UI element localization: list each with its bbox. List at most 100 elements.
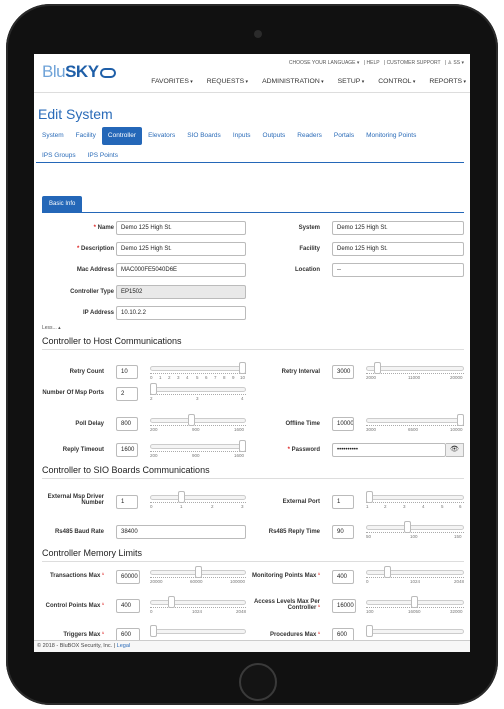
ext-port-slider[interactable]: 1 2 3 4 5 6 bbox=[366, 491, 464, 509]
slider-thumb[interactable] bbox=[404, 521, 411, 533]
poll-delay-slider[interactable]: 200 900 1600 bbox=[150, 414, 246, 432]
legal-link[interactable]: Legal bbox=[117, 643, 130, 649]
access-levels-max-field[interactable]: 16000 bbox=[332, 599, 356, 613]
slider-ticks bbox=[366, 502, 464, 505]
slider-thumb[interactable] bbox=[411, 596, 418, 608]
procedures-max-slider[interactable] bbox=[366, 625, 464, 641]
slider-thumb[interactable] bbox=[374, 362, 381, 374]
slider-thumb[interactable] bbox=[239, 440, 246, 452]
monitoring-points-max-field[interactable]: 400 bbox=[332, 570, 354, 584]
tab-monitoring-points[interactable]: Monitoring Points bbox=[360, 127, 422, 145]
mac-label: Mac Address bbox=[76, 267, 114, 273]
nav-reports[interactable]: REPORTS bbox=[429, 78, 466, 85]
tab-facility[interactable]: Facility bbox=[70, 127, 102, 145]
tab-inputs[interactable]: Inputs bbox=[227, 127, 257, 145]
nav-favorites[interactable]: FAVORITES bbox=[151, 78, 193, 85]
language-link[interactable]: CHOOSE YOUR LANGUAGE ▾ bbox=[289, 60, 360, 66]
slider-thumb[interactable] bbox=[150, 625, 157, 637]
slider-thumb[interactable] bbox=[384, 566, 391, 578]
ext-port-label: External Port bbox=[282, 499, 320, 505]
slider-thumb[interactable] bbox=[195, 566, 202, 578]
reply-timeout-label: Reply Timeout bbox=[62, 447, 104, 453]
nav-setup[interactable]: SETUP bbox=[338, 78, 365, 85]
triggers-max-label: Triggers Max ¹ bbox=[63, 632, 104, 638]
tab-system[interactable]: System bbox=[36, 127, 70, 145]
slider-track bbox=[150, 600, 246, 605]
system-field[interactable]: Demo 125 High St. bbox=[332, 221, 464, 235]
slider-thumb[interactable] bbox=[188, 414, 195, 426]
description-field[interactable]: Demo 125 High St. bbox=[116, 242, 246, 256]
slider-track bbox=[366, 525, 464, 530]
ip-label: IP Address bbox=[82, 310, 114, 316]
name-field[interactable]: Demo 125 High St. bbox=[116, 221, 246, 235]
ext-msp-label: External Msp Driver Number bbox=[47, 494, 104, 506]
triggers-max-slider[interactable] bbox=[150, 625, 246, 641]
baud-rate-field[interactable]: 38400 bbox=[116, 525, 246, 539]
tick-label: 5 bbox=[196, 375, 199, 380]
password-field[interactable]: •••••••••• bbox=[332, 443, 446, 457]
tab-controller[interactable]: Controller bbox=[101, 127, 143, 145]
mac-field[interactable]: MAC000FE5040D6E bbox=[116, 263, 246, 277]
nav-control[interactable]: CONTROL bbox=[378, 78, 415, 85]
reply-time-slider[interactable]: 50 100 150 bbox=[366, 521, 464, 539]
subtab-basic-info[interactable]: Basic Info bbox=[42, 196, 83, 212]
tick-label: 3 bbox=[241, 504, 244, 509]
tab-elevators[interactable]: Elevators bbox=[142, 127, 181, 145]
tab-sio-boards[interactable]: SIO Boards bbox=[181, 127, 227, 145]
reply-timeout-slider[interactable]: 200 900 1600 bbox=[150, 440, 246, 458]
utility-links: CHOOSE YOUR LANGUAGE ▾ | HELP | CUSTOMER… bbox=[286, 60, 464, 66]
support-link[interactable]: | CUSTOMER SUPPORT bbox=[384, 60, 441, 66]
tick-label: 2048 bbox=[236, 609, 247, 614]
retry-count-field[interactable]: 10 bbox=[116, 365, 138, 379]
location-field[interactable]: -- bbox=[332, 263, 464, 277]
logo-sky: SKY bbox=[65, 62, 99, 81]
monitoring-points-max-slider[interactable]: 0 1024 2048 bbox=[366, 566, 464, 584]
logo[interactable]: BluSKY bbox=[42, 62, 116, 82]
msp-ports-slider[interactable]: 2 3 4 bbox=[150, 383, 246, 401]
nav-administration[interactable]: ADMINISTRATION bbox=[262, 78, 324, 85]
poll-delay-field[interactable]: 800 bbox=[116, 417, 138, 431]
tick-label: 1 bbox=[180, 504, 183, 509]
retry-interval-field[interactable]: 3000 bbox=[332, 365, 354, 379]
slider-ticks bbox=[150, 502, 246, 505]
nav-requests[interactable]: REQUESTS bbox=[207, 78, 248, 85]
tab-portals[interactable]: Portals bbox=[328, 127, 360, 145]
user-menu[interactable]: | ♙ SS ▾ bbox=[445, 60, 464, 66]
description-label: * Description bbox=[76, 246, 114, 252]
tick-label: 3000 bbox=[366, 427, 377, 432]
reply-timeout-field[interactable]: 1600 bbox=[116, 443, 138, 457]
transactions-max-slider[interactable]: 20000 60000 100000 bbox=[150, 566, 246, 584]
ext-msp-field[interactable]: 1 bbox=[116, 495, 138, 509]
slider-thumb[interactable] bbox=[366, 625, 373, 637]
slider-thumb[interactable] bbox=[366, 491, 373, 503]
slider-thumb[interactable] bbox=[239, 362, 246, 374]
control-points-max-field[interactable]: 400 bbox=[116, 599, 140, 613]
ext-port-field[interactable]: 1 bbox=[332, 495, 354, 509]
reply-time-field[interactable]: 90 bbox=[332, 525, 354, 539]
ext-msp-slider[interactable]: 0 1 2 3 bbox=[150, 491, 246, 509]
slider-thumb[interactable] bbox=[168, 596, 175, 608]
tick-label: 10000 bbox=[450, 427, 463, 432]
slider-track bbox=[150, 629, 246, 634]
retry-count-slider[interactable]: 0 1 2 3 4 5 6 7 8 9 10 bbox=[150, 362, 246, 380]
memory-section-divider bbox=[42, 561, 464, 562]
slider-thumb[interactable] bbox=[457, 414, 464, 426]
slider-thumb[interactable] bbox=[178, 491, 185, 503]
facility-field[interactable]: Demo 125 High St. bbox=[332, 242, 464, 256]
retry-interval-slider[interactable]: 2000 11000 20000 bbox=[366, 362, 464, 380]
control-points-max-slider[interactable]: 0 1024 2048 bbox=[150, 596, 247, 614]
transactions-max-field[interactable]: 60000 bbox=[116, 570, 140, 584]
slider-thumb[interactable] bbox=[150, 383, 157, 395]
home-button[interactable] bbox=[239, 663, 277, 701]
access-levels-max-slider[interactable]: 100 16050 32000 bbox=[366, 596, 464, 614]
tab-readers[interactable]: Readers bbox=[291, 127, 328, 145]
eye-icon[interactable]: 👁 bbox=[446, 443, 464, 457]
offline-time-slider[interactable]: 3000 6500 10000 bbox=[366, 414, 464, 432]
help-link[interactable]: | HELP bbox=[364, 60, 380, 66]
less-toggle[interactable]: Less... ▴ bbox=[42, 325, 61, 331]
tab-outputs[interactable]: Outputs bbox=[257, 127, 292, 145]
offline-time-field[interactable]: 10000 bbox=[332, 417, 354, 431]
msp-ports-field[interactable]: 2 bbox=[116, 387, 138, 401]
reply-time-label: Rs485 Reply Time bbox=[268, 529, 320, 535]
ip-field[interactable]: 10.10.2.2 bbox=[116, 306, 246, 320]
